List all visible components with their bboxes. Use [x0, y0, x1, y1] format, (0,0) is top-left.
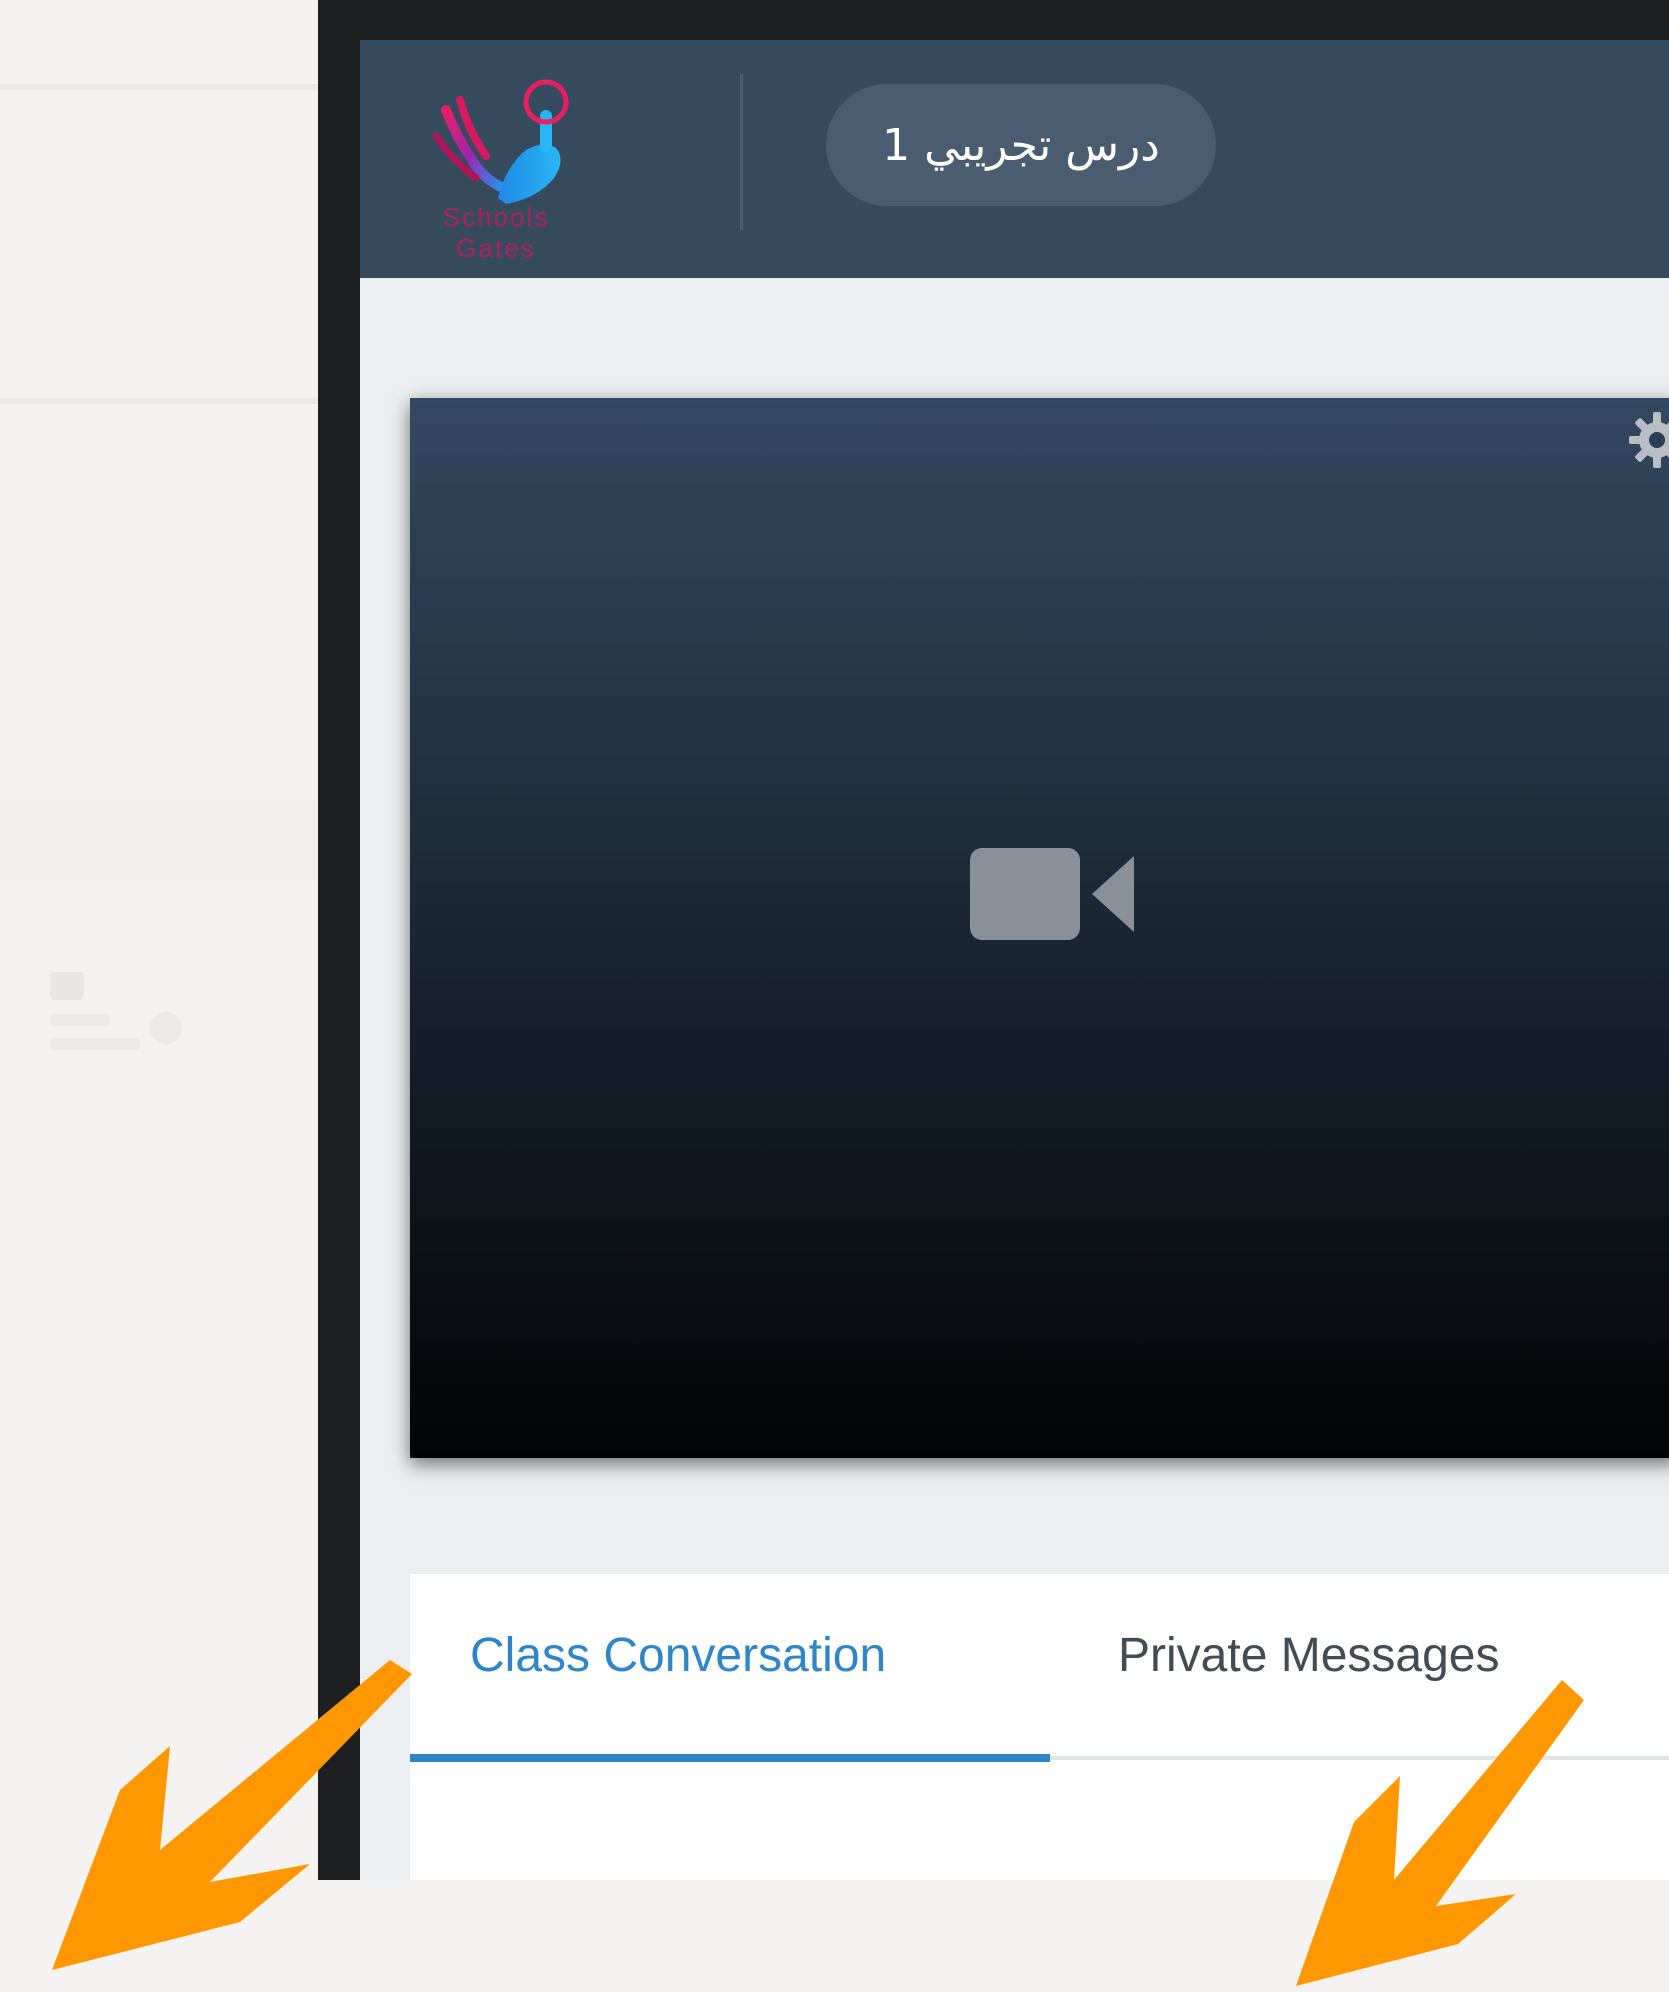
tab-class-conversation[interactable]: Class Conversation — [470, 1628, 886, 1683]
arrow-down-left-icon — [52, 1660, 412, 1970]
active-tab-indicator — [410, 1754, 1050, 1762]
gear-icon[interactable] — [1629, 412, 1669, 468]
background-app-strip — [0, 0, 318, 1880]
arrow-down-left-icon — [1296, 1680, 1584, 1986]
classroom-app: Schools Gates درس تجريبي 1 Class Convers… — [360, 40, 1669, 1880]
lesson-title-pill[interactable]: درس تجريبي 1 — [826, 84, 1216, 206]
video-panel[interactable] — [410, 398, 1669, 1458]
header-divider — [740, 74, 743, 230]
logo-wordmark: Schools Gates — [442, 202, 550, 263]
faded-icon — [50, 972, 182, 1050]
video-camera-icon — [970, 848, 1134, 940]
tab-private-messages[interactable]: Private Messages — [1118, 1628, 1500, 1683]
top-bar: Schools Gates درس تجريبي 1 — [360, 40, 1669, 278]
screenshot-stage: Schools Gates درس تجريبي 1 Class Convers… — [0, 0, 1669, 1992]
